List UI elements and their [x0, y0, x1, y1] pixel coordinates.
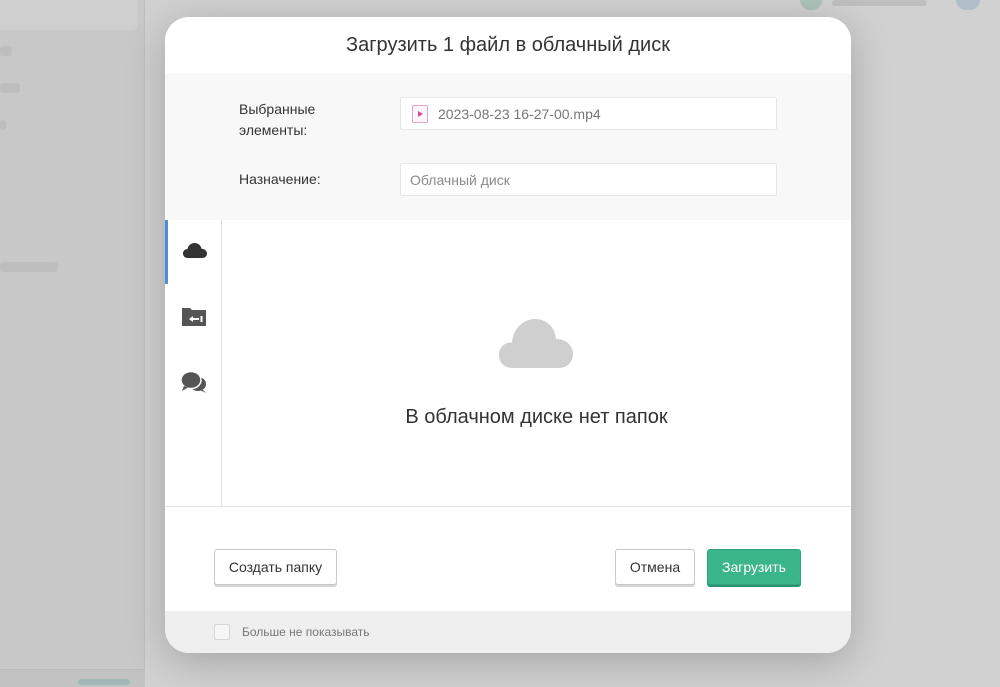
empty-state-text: В облачном диске нет папок	[405, 406, 668, 428]
dont-show-again-row: Больше не показывать	[165, 611, 851, 653]
dialog-footer: Создать папку Отмена Загрузить	[165, 507, 851, 611]
video-file-icon	[412, 104, 428, 123]
cloud-icon	[182, 241, 208, 264]
destination-placeholder: Облачный диск	[410, 171, 510, 188]
folder-browser: В облачном диске нет папок	[165, 220, 851, 507]
dont-show-again-label[interactable]: Больше не показывать	[242, 625, 370, 639]
chat-bubbles-icon	[179, 370, 208, 399]
tab-shared-folders[interactable]	[165, 286, 222, 350]
upload-dialog: Загрузить 1 файл в облачный диск Выбранн…	[165, 17, 851, 653]
selected-items-label: Выбранные элементы:	[239, 101, 316, 138]
destination-field[interactable]: Облачный диск	[400, 163, 777, 196]
tab-chats[interactable]	[165, 352, 222, 416]
tab-cloud[interactable]	[165, 220, 222, 284]
dont-show-again-checkbox[interactable]	[214, 624, 230, 640]
destination-label: Назначение:	[239, 171, 321, 187]
empty-state: В облачном диске нет папок	[222, 220, 851, 507]
selected-items-field: 2023-08-23 16-27-00.mp4	[400, 97, 777, 130]
cancel-button[interactable]: Отмена	[615, 549, 695, 585]
selected-file-name: 2023-08-23 16-27-00.mp4	[438, 105, 601, 122]
source-tabs	[165, 220, 222, 507]
dialog-title: Загрузить 1 файл в облачный диск	[165, 17, 851, 73]
large-cloud-icon	[498, 316, 574, 375]
upload-button[interactable]: Загрузить	[707, 549, 801, 585]
dialog-fields: Выбранные элементы: 2023-08-23 16-27-00.…	[165, 73, 851, 220]
create-folder-button[interactable]: Создать папку	[214, 549, 337, 585]
folder-upload-icon	[181, 305, 207, 332]
